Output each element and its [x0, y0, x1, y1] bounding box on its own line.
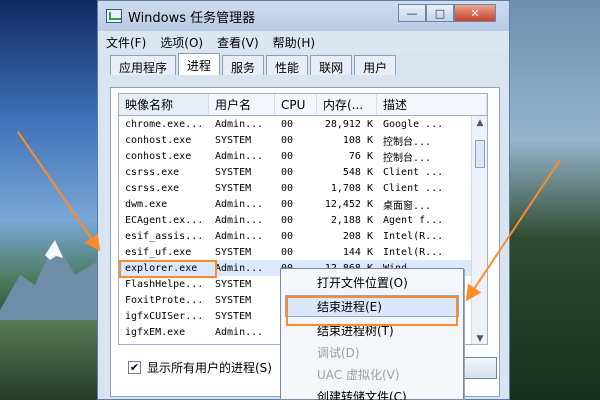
table-cell: Admin... — [215, 230, 264, 242]
column-description[interactable]: 描述 — [377, 94, 487, 115]
table-cell: SYSTEM — [215, 246, 252, 258]
table-row[interactable]: conhost.exe Admin... 00 76 K 控制台... — [119, 148, 487, 164]
explorer-highlight-box — [119, 260, 217, 278]
table-cell: conhost.exe — [125, 134, 192, 146]
table-cell: 00 — [281, 198, 294, 210]
table-cell: 208 K — [342, 230, 373, 242]
table-cell: Admin... — [215, 150, 264, 162]
table-row[interactable]: esif_assis... Admin... 00 208 K Intel(R... — [119, 228, 487, 244]
table-row[interactable]: dwm.exe Admin... 00 12,452 K 桌面窗... — [119, 196, 487, 212]
table-cell: Admin... — [215, 198, 264, 210]
table-cell: 2,188 K — [330, 214, 373, 226]
table-cell: dwm.exe — [125, 198, 168, 210]
table-cell: 108 K — [342, 134, 373, 146]
table-cell: Admin... — [215, 214, 264, 226]
close-button[interactable]: ✕ — [454, 4, 496, 22]
table-cell: 28,912 K — [324, 118, 373, 130]
table-cell: igfxEM.exe — [125, 326, 186, 338]
table-cell: SYSTEM — [215, 310, 252, 322]
tab-users[interactable]: 用户 — [354, 55, 397, 75]
table-cell: SYSTEM — [215, 294, 252, 306]
context-menu: 打开文件位置(O) 结束进程(E) 结束进程树(T) 调试(D) UAC 虚拟化… — [280, 268, 464, 400]
table-cell: 00 — [281, 150, 294, 162]
title-bar: Windows 任务管理器 — □ ✕ — [98, 1, 509, 31]
table-cell: 00 — [281, 118, 294, 130]
menu-file[interactable]: 文件(F) — [106, 34, 146, 51]
table-cell: 00 — [281, 182, 294, 194]
maximize-button[interactable]: □ — [426, 4, 454, 22]
table-cell: 00 — [281, 166, 294, 178]
scroll-thumb[interactable] — [475, 140, 485, 168]
table-cell: 144 K — [342, 246, 373, 258]
scroll-down-arrow-icon[interactable]: ▼ — [475, 334, 485, 344]
context-open-file-location[interactable]: 打开文件位置(O) — [281, 271, 463, 293]
table-row[interactable]: csrss.exe SYSTEM 00 548 K Client ... — [119, 164, 487, 180]
menu-options[interactable]: 选项(O) — [160, 34, 203, 51]
show-all-users-label: 显示所有用户的进程(S) — [147, 361, 272, 375]
table-cell: Admin... — [215, 326, 264, 338]
table-row[interactable]: esif_uf.exe SYSTEM 00 144 K Intel(R... — [119, 244, 487, 260]
table-cell: 548 K — [342, 166, 373, 178]
window-controls: — □ ✕ — [398, 4, 496, 22]
table-cell: 00 — [281, 246, 294, 258]
context-create-dump[interactable]: 创建转储文件(C) — [281, 385, 463, 400]
tab-services[interactable]: 服务 — [222, 55, 265, 75]
minimize-button[interactable]: — — [398, 4, 426, 22]
table-cell: SYSTEM — [215, 182, 252, 194]
lake-wallpaper — [0, 320, 100, 400]
table-cell: SYSTEM — [215, 278, 252, 290]
tab-processes[interactable]: 进程 — [178, 53, 221, 75]
context-uac-virtualization: UAC 虚拟化(V) — [317, 367, 400, 382]
process-table-scrollbar[interactable]: ▲ ▼ — [471, 116, 487, 344]
table-cell: conhost.exe — [125, 150, 192, 162]
table-cell: Admin... — [215, 262, 264, 274]
table-cell: ECAgent.ex... — [125, 214, 204, 226]
tab-networking[interactable]: 联网 — [310, 55, 353, 75]
table-cell: 00 — [281, 214, 294, 226]
menu-view[interactable]: 查看(V) — [217, 34, 259, 51]
table-cell: esif_uf.exe — [125, 246, 192, 258]
table-row[interactable]: chrome.exe... Admin... 00 28,912 K Google ..… — [119, 116, 487, 132]
table-cell: 76 K — [348, 150, 373, 162]
table-cell: igfxCUISer... — [125, 310, 204, 322]
table-cell: 12,452 K — [324, 198, 373, 210]
table-cell: FlashHelpe... — [125, 278, 204, 290]
process-table-header: 映像名称 用户名 CPU 内存(... 描述 — [119, 94, 487, 116]
menu-help[interactable]: 帮助(H) — [273, 34, 315, 51]
window-title: Windows 任务管理器 — [128, 10, 256, 26]
table-cell: 00 — [281, 134, 294, 146]
menu-bar: 文件(F) 选项(O) 查看(V) 帮助(H) — [98, 31, 509, 53]
table-cell: FoxitProte... — [125, 294, 204, 306]
desktop-background-right — [510, 0, 600, 400]
table-cell: SYSTEM — [215, 166, 252, 178]
table-cell: chrome.exe... — [125, 118, 204, 130]
mountain-wallpaper — [0, 240, 100, 320]
table-cell: csrss.exe — [125, 182, 180, 194]
column-image-name[interactable]: 映像名称 — [119, 94, 209, 115]
table-row[interactable]: ECAgent.ex... Admin... 00 2,188 K Agent f... — [119, 212, 487, 228]
tab-performance[interactable]: 性能 — [266, 55, 309, 75]
column-memory[interactable]: 内存(... — [317, 94, 377, 115]
context-debug: 调试(D) — [317, 345, 360, 360]
column-cpu[interactable]: CPU — [275, 94, 317, 115]
table-cell: SYSTEM — [215, 134, 252, 146]
table-row[interactable]: conhost.exe SYSTEM 00 108 K 控制台... — [119, 132, 487, 148]
show-all-users-checkbox[interactable]: ✔ — [128, 361, 141, 374]
table-cell: 1,708 K — [330, 182, 373, 194]
show-all-users-toggle[interactable]: ✔ 显示所有用户的进程(S) — [128, 359, 272, 376]
task-manager-icon — [106, 9, 122, 23]
table-cell: Admin... — [215, 118, 264, 130]
table-cell: esif_assis... — [125, 230, 204, 242]
tab-applications[interactable]: 应用程序 — [110, 55, 177, 75]
scroll-up-arrow-icon[interactable]: ▲ — [475, 118, 485, 128]
end-process-highlight-box — [286, 296, 458, 326]
table-cell: csrss.exe — [125, 166, 180, 178]
column-user-name[interactable]: 用户名 — [209, 94, 275, 115]
table-row[interactable]: csrss.exe SYSTEM 00 1,708 K Client ... — [119, 180, 487, 196]
tab-strip: 应用程序 进程 服务 性能 联网 用户 — [98, 53, 509, 75]
table-cell: 00 — [281, 230, 294, 242]
